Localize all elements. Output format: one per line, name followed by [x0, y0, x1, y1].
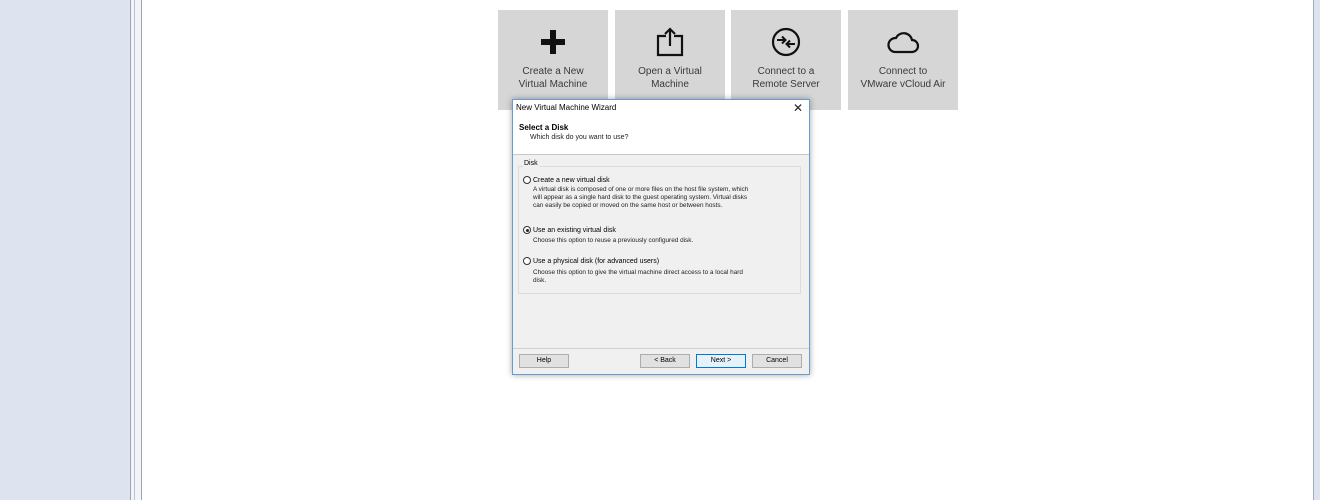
tile-label: Open a Virtual Machine — [638, 66, 702, 90]
step-heading: Select a Disk — [519, 123, 569, 132]
option-label[interactable]: Use an existing virtual disk — [533, 226, 616, 235]
option-description: Choose this option to reuse a previously… — [533, 237, 694, 244]
pane-splitter[interactable] — [130, 0, 142, 500]
option-description: A virtual disk is composed of one or mor… — [533, 186, 749, 209]
tile-label: Connect to a Remote Server — [752, 66, 820, 90]
plus-icon — [498, 24, 608, 60]
cancel-button[interactable]: Cancel — [752, 354, 802, 368]
radio-create-new-disk[interactable] — [523, 176, 531, 184]
open-vm-tile[interactable]: Open a Virtual Machine — [615, 10, 725, 110]
tile-label: Create a New Virtual Machine — [518, 66, 588, 90]
create-new-vm-tile[interactable]: Create a New Virtual Machine — [498, 10, 608, 110]
back-button[interactable]: < Back — [640, 354, 690, 368]
option-description: Choose this option to give the virtual m… — [533, 269, 743, 284]
next-button[interactable]: Next > — [696, 354, 746, 368]
radio-use-existing-disk[interactable] — [523, 226, 531, 234]
disk-group-title: Disk — [523, 160, 539, 167]
connect-remote-server-tile[interactable]: Connect to a Remote Server — [731, 10, 841, 110]
new-vm-wizard-dialog: New Virtual Machine Wizard ✕ Select a Di… — [512, 99, 810, 375]
tile-label: Connect to VMware vCloud Air — [860, 66, 946, 90]
radio-use-physical-disk[interactable] — [523, 257, 531, 265]
library-pane[interactable] — [0, 0, 130, 500]
right-edge-pane — [1313, 0, 1320, 500]
help-button[interactable]: Help — [519, 354, 569, 368]
dialog-header: Select a Disk Which disk do you want to … — [513, 116, 809, 155]
dialog-titlebar[interactable]: New Virtual Machine Wizard ✕ — [513, 100, 809, 116]
open-folder-icon — [615, 24, 725, 60]
option-label[interactable]: Use a physical disk (for advanced users) — [533, 257, 659, 266]
cloud-icon — [848, 24, 958, 60]
footer-divider — [513, 348, 809, 349]
option-label[interactable]: Create a new virtual disk — [533, 176, 610, 185]
connect-vcloud-air-tile[interactable]: Connect to VMware vCloud Air — [848, 10, 958, 110]
remote-server-icon — [731, 24, 841, 60]
dialog-title: New Virtual Machine Wizard — [516, 103, 617, 112]
step-subheading: Which disk do you want to use? — [530, 134, 629, 141]
close-icon[interactable]: ✕ — [793, 101, 803, 115]
